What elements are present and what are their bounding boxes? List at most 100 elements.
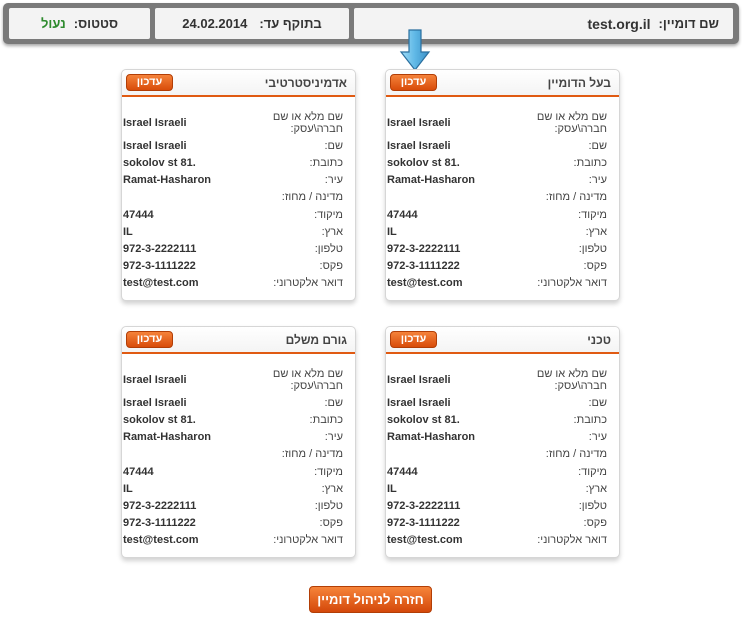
field-label-fax: פקס:: [583, 516, 607, 529]
field-value-email: test@test.com: [123, 534, 199, 546]
field-row-name: שם: Israel Israeli: [122, 137, 355, 154]
contact-card-admin: אדמיניסטרטיבי עדכון שם מלא או שם חברה\עסק:…: [121, 69, 356, 301]
field-value-fullname: Israel Israeli: [387, 116, 451, 129]
expiry-value: 24.02.2014: [182, 16, 248, 31]
field-value-city: Ramat-Hasharon: [123, 430, 212, 443]
field-label-city: עיר:: [588, 430, 607, 443]
contact-card-owner: בעל הדומיין עדכון שם מלא או שם חברה\עסק: Is…: [385, 69, 620, 301]
field-label-address: כתובת:: [309, 156, 343, 169]
contact-fields: שם מלא או שם חברה\עסק: Israel Israeli שם: I…: [122, 108, 355, 292]
field-label-name: שם:: [324, 396, 343, 409]
field-row-name: שם: Israel Israeli: [386, 137, 619, 154]
field-label-state: מדינה / מחוז:: [545, 448, 607, 460]
field-row-state: מדינה / מחוז:: [122, 188, 355, 206]
field-row-zip: מיקוד: 47444: [386, 206, 619, 223]
field-label-email: דואר אלקטרוני:: [537, 277, 607, 289]
field-label-fax: פקס:: [319, 516, 343, 529]
field-row-zip: מיקוד: 47444: [386, 463, 619, 480]
field-label-fullname: שם מלא או שם חברה\עסק:: [536, 110, 607, 135]
field-label-country: ארץ:: [585, 482, 607, 495]
field-value-phone: 972-3-2222111: [123, 499, 197, 512]
field-label-fax: פקס:: [583, 259, 607, 272]
field-label-address: כתובת:: [573, 156, 607, 169]
field-value-fax: 972-3-1111222: [387, 259, 460, 272]
field-row-country: ארץ: IL: [386, 223, 619, 240]
field-value-name: Israel Israeli: [123, 139, 187, 152]
field-label-city: עיר:: [588, 173, 607, 186]
field-row-fax: פקס: 972-3-1111222: [122, 257, 355, 274]
field-value-zip: 47444: [387, 465, 418, 478]
field-label-country: ארץ:: [585, 225, 607, 238]
contact-fields: שם מלא או שם חברה\עסק: Israel Israeli שם: I…: [386, 108, 619, 292]
update-button[interactable]: עדכון: [126, 331, 173, 348]
field-value-fax: 972-3-1111222: [123, 259, 196, 272]
field-row-phone: טלפון: 972-3-2222111: [386, 497, 619, 514]
card-header: טכני עדכון: [386, 327, 619, 354]
field-row-phone: טלפון: 972-3-2222111: [122, 497, 355, 514]
back-to-domain-management-button[interactable]: חזרה לניהול דומיין: [309, 586, 432, 613]
expiry-label: בתוקף עד:: [259, 16, 322, 31]
card-title: בעל הדומיין: [547, 76, 611, 90]
field-value-address: sokolov st 81.: [123, 156, 196, 169]
field-row-phone: טלפון: 972-3-2222111: [122, 240, 355, 257]
field-row-fax: פקס: 972-3-1111222: [386, 257, 619, 274]
field-label-phone: טלפון:: [578, 242, 607, 255]
field-value-city: Ramat-Hasharon: [123, 173, 212, 186]
field-value-city: Ramat-Hasharon: [387, 173, 476, 186]
field-value-fullname: Israel Israeli: [123, 116, 187, 129]
field-label-phone: טלפון:: [314, 499, 343, 512]
card-header: אדמיניסטרטיבי עדכון: [122, 70, 355, 97]
field-label-state: מדינה / מחוז:: [281, 191, 343, 203]
field-row-city: עיר: Ramat-Hasharon: [122, 428, 355, 445]
field-label-address: כתובת:: [309, 413, 343, 426]
update-button[interactable]: עדכון: [126, 74, 173, 91]
field-value-name: Israel Israeli: [123, 396, 187, 409]
field-row-country: ארץ: IL: [122, 480, 355, 497]
field-value-zip: 47444: [387, 208, 418, 221]
field-value-address: sokolov st 81.: [387, 156, 460, 169]
field-row-fullname: שם מלא או שם חברה\עסק: Israel Israeli: [386, 108, 619, 137]
field-value-email: test@test.com: [387, 277, 463, 289]
field-value-country: IL: [123, 482, 133, 495]
field-value-name: Israel Israeli: [387, 139, 451, 152]
contact-fields: שם מלא או שם חברה\עסק: Israel Israeli שם: I…: [122, 365, 355, 549]
update-button[interactable]: עדכון: [390, 74, 437, 91]
field-value-country: IL: [387, 482, 397, 495]
field-value-name: Israel Israeli: [387, 396, 451, 409]
field-row-phone: טלפון: 972-3-2222111: [386, 240, 619, 257]
field-label-state: מדינה / מחוז:: [545, 191, 607, 203]
field-row-city: עיר: Ramat-Hasharon: [386, 171, 619, 188]
field-label-fullname: שם מלא או שם חברה\עסק:: [272, 367, 343, 392]
field-value-email: test@test.com: [387, 534, 463, 546]
field-value-fullname: Israel Israeli: [387, 373, 451, 386]
field-label-fax: פקס:: [319, 259, 343, 272]
card-title: אדמיניסטרטיבי: [264, 76, 347, 90]
field-value-fullname: Israel Israeli: [123, 373, 187, 386]
field-label-city: עיר:: [324, 173, 343, 186]
field-row-zip: מיקוד: 47444: [122, 206, 355, 223]
field-value-country: IL: [387, 225, 397, 238]
field-value-city: Ramat-Hasharon: [387, 430, 476, 443]
status-value: נעול: [40, 16, 66, 31]
field-row-email: דואר אלקטרוני: test@test.com: [386, 531, 619, 549]
field-label-phone: טלפון:: [578, 499, 607, 512]
contact-card-technical: טכני עדכון שם מלא או שם חברה\עסק: Israel Is…: [385, 326, 620, 558]
field-label-phone: טלפון:: [314, 242, 343, 255]
field-value-country: IL: [123, 225, 133, 238]
field-row-name: שם: Israel Israeli: [122, 394, 355, 411]
domain-name-value: test.org.il: [587, 15, 651, 32]
field-value-phone: 972-3-2222111: [123, 242, 197, 255]
field-value-phone: 972-3-2222111: [387, 499, 461, 512]
field-row-address: כתובת: sokolov st 81.: [122, 411, 355, 428]
field-label-email: דואר אלקטרוני:: [537, 534, 607, 546]
field-row-email: דואר אלקטרוני: test@test.com: [386, 274, 619, 292]
field-row-address: כתובת: sokolov st 81.: [386, 154, 619, 171]
field-row-fullname: שם מלא או שם חברה\עסק: Israel Israeli: [122, 108, 355, 137]
field-row-state: מדינה / מחוז:: [386, 188, 619, 206]
field-label-zip: מיקוד:: [578, 465, 607, 478]
field-row-country: ארץ: IL: [122, 223, 355, 240]
card-title: טכני: [587, 333, 611, 347]
update-button[interactable]: עדכון: [390, 331, 437, 348]
expiry-segment: בתוקף עד: 24.02.2014: [155, 8, 349, 39]
field-row-city: עיר: Ramat-Hasharon: [122, 171, 355, 188]
